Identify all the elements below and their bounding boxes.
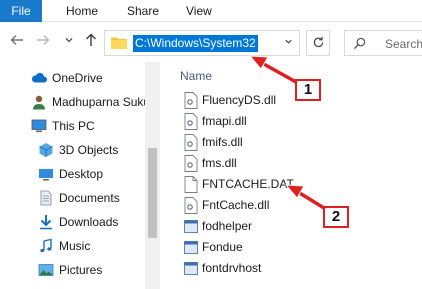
annotation-arrow-1: [248, 55, 326, 211]
annotation-badge-1: 1: [295, 79, 321, 101]
annotation-badge-2: 2: [323, 206, 349, 228]
